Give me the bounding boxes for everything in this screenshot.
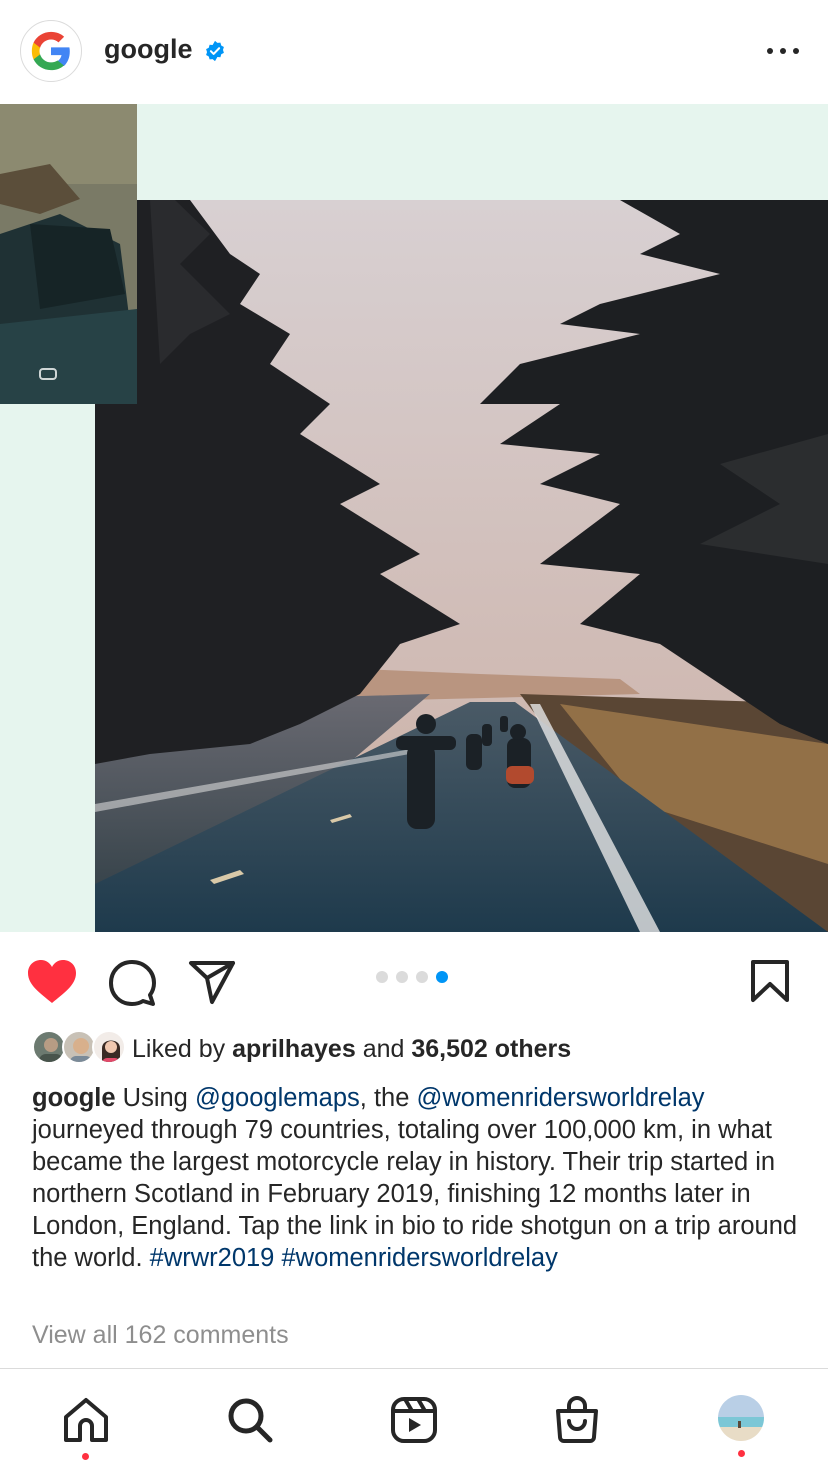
- post-image[interactable]: [0, 104, 828, 932]
- like-heart-icon[interactable]: [26, 959, 78, 1005]
- carousel-dot: [396, 971, 408, 983]
- likes-text: Liked by aprilhayes and 36,502 others: [132, 1035, 572, 1063]
- caption-author[interactable]: google: [32, 1084, 116, 1112]
- comment-icon[interactable]: [108, 959, 156, 1007]
- post-header: google: [0, 0, 828, 104]
- verified-badge-icon: [206, 40, 224, 62]
- home-notification-dot: [82, 1453, 89, 1460]
- hashtag-womenridersworldrelay[interactable]: #womenridersworldrelay: [281, 1244, 557, 1272]
- likes-count[interactable]: 36,502 others: [411, 1035, 571, 1063]
- reels-icon[interactable]: [389, 1395, 439, 1445]
- liker-avatar: [92, 1030, 126, 1064]
- more-options-icon[interactable]: [763, 38, 803, 64]
- liker-username[interactable]: aprilhayes: [232, 1035, 356, 1063]
- mention-googlemaps[interactable]: @googlemaps: [195, 1084, 360, 1112]
- view-comments-link[interactable]: View all 162 comments: [32, 1321, 289, 1350]
- profile-notification-dot: [738, 1450, 745, 1457]
- save-bookmark-icon[interactable]: [750, 959, 790, 1003]
- liker-avatar: [62, 1030, 96, 1064]
- liker-avatar: [32, 1030, 66, 1064]
- home-icon[interactable]: [61, 1395, 111, 1445]
- shop-icon[interactable]: [552, 1395, 602, 1445]
- carousel-dot: [416, 971, 428, 983]
- hashtag-wrwr2019[interactable]: #wrwr2019: [150, 1244, 275, 1272]
- road-photo: [95, 200, 828, 932]
- profile-avatar[interactable]: [718, 1395, 764, 1441]
- google-logo-icon: [31, 31, 70, 71]
- mention-womenridersworldrelay[interactable]: @womenridersworldrelay: [416, 1084, 704, 1112]
- bottom-navigation: [0, 1368, 828, 1473]
- carousel-dot-active: [436, 971, 448, 983]
- likes-row[interactable]: Liked by aprilhayes and 36,502 others: [32, 1030, 812, 1070]
- action-row: [0, 932, 828, 1028]
- search-icon[interactable]: [225, 1395, 275, 1445]
- post-caption: google Using @googlemaps, the @womenride…: [32, 1084, 798, 1272]
- share-send-icon[interactable]: [188, 959, 236, 1005]
- carousel-dot: [376, 971, 388, 983]
- username[interactable]: google: [104, 34, 193, 65]
- inset-photo: [0, 104, 137, 404]
- google-avatar[interactable]: [20, 20, 82, 82]
